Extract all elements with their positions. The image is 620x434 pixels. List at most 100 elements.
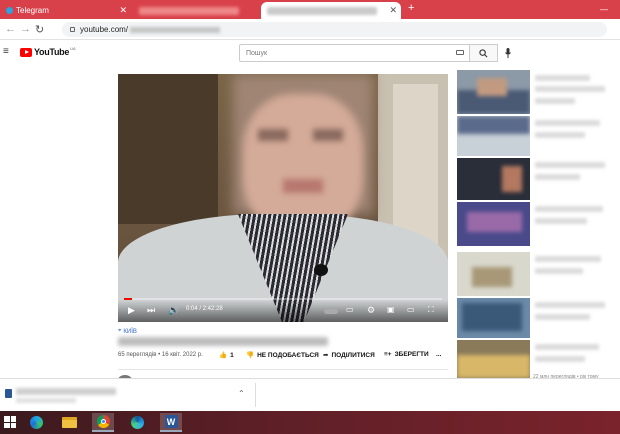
taskbar-file-explorer-icon[interactable] [58, 413, 80, 432]
search-placeholder: Пошук [246, 49, 268, 57]
next-icon[interactable]: ⏭ [147, 305, 155, 316]
tab-telegram[interactable]: Telegram ✕ [0, 2, 131, 19]
recommended-title-redacted [535, 356, 585, 362]
fullscreen-icon[interactable]: ⛶ [428, 305, 434, 315]
back-arrow-icon[interactable]: ← [5, 23, 16, 35]
save-button[interactable]: ≡+ ЗБЕРЕГТИ [384, 351, 429, 358]
time-display: 0:04 / 2:42:28 [186, 306, 223, 312]
close-icon[interactable]: ✕ [119, 5, 127, 16]
youtube-header: ≡ YouTube UA Пошук [0, 40, 620, 66]
thumbnail-pixels [502, 166, 522, 192]
like-count: 1 [230, 351, 234, 359]
recommended-title-redacted [535, 86, 605, 92]
forward-arrow-icon[interactable]: → [20, 23, 31, 35]
video-views-date: 65 переглядів • 16 квіт. 2022 р. [118, 352, 203, 358]
meta-divider [118, 369, 448, 370]
video-face-pixelated [243, 94, 363, 234]
download-separator [255, 383, 256, 407]
search-input[interactable]: Пошук [239, 44, 470, 62]
taskbar-word-icon[interactable]: W [160, 413, 182, 432]
url-redacted [130, 26, 221, 33]
recommended-title-redacted [535, 120, 600, 126]
recommended-thumbnail[interactable] [457, 70, 530, 114]
youtube-country-code: UA [70, 45, 76, 51]
tab-blurred[interactable] [133, 2, 259, 19]
search-icon [479, 48, 488, 57]
recommended-thumbnail[interactable] [457, 340, 530, 378]
progress-fill [124, 298, 132, 300]
tab-title-redacted [267, 6, 377, 15]
location-pin-icon: ⌖ [118, 328, 122, 334]
theater-mode-icon[interactable]: ▭ [407, 305, 415, 314]
hamburger-menu-icon[interactable]: ≡ [3, 46, 9, 57]
play-icon[interactable]: ▶ [128, 305, 135, 316]
like-button[interactable]: 👍 1 [219, 351, 234, 360]
keyboard-icon[interactable] [456, 50, 464, 55]
youtube-play-logo-icon [20, 47, 32, 57]
video-mouth-blur [283, 179, 323, 193]
recommended-thumbnail[interactable] [457, 158, 530, 200]
download-status-redacted [16, 398, 76, 403]
autoplay-toggle[interactable] [324, 309, 338, 314]
recommended-title-redacted [535, 174, 580, 180]
recommended-title-redacted [535, 268, 583, 274]
taskbar-edge-icon[interactable] [126, 413, 148, 432]
address-field[interactable]: youtube.com/ [62, 22, 607, 37]
search-button[interactable] [470, 44, 498, 62]
telegram-icon [6, 7, 13, 14]
settings-gear-icon[interactable]: ⚙ [367, 305, 375, 316]
video-face-shadow [258, 129, 288, 141]
download-filename-redacted[interactable] [16, 388, 116, 395]
recommended-thumbnail[interactable] [457, 298, 530, 338]
recommended-title-redacted [535, 344, 599, 350]
recommended-title-redacted [535, 218, 587, 224]
thumbs-down-icon: 👎 [246, 352, 255, 359]
chevron-up-icon[interactable]: ⌃ [238, 389, 245, 398]
video-microphone-clip [314, 264, 328, 276]
progress-bar[interactable] [124, 298, 442, 300]
recommended-title-redacted [535, 132, 585, 138]
more-icon: ... [436, 351, 442, 358]
reload-icon[interactable]: ↻ [35, 23, 44, 36]
browser-tab-bar: Telegram ✕ ✕ + — [0, 0, 620, 19]
recommended-thumbnail[interactable] [457, 116, 530, 156]
recommended-title-redacted [535, 314, 590, 320]
taskbar-chrome-icon[interactable] [92, 413, 114, 432]
download-bar: ⌃ [0, 378, 620, 411]
share-icon: ➦ [323, 352, 329, 359]
video-face-shadow [313, 129, 343, 141]
recommended-thumbnail[interactable] [457, 202, 530, 246]
save-playlist-icon: ≡+ [384, 351, 392, 358]
tab-youtube[interactable]: ✕ [261, 2, 401, 19]
save-label: ЗБЕРЕГТИ [394, 351, 429, 358]
volume-icon[interactable]: 🔊 [168, 305, 179, 316]
recommended-title-redacted [535, 206, 603, 212]
taskbar-edge-icon[interactable] [25, 413, 47, 432]
thumbnail-pixels [467, 212, 522, 232]
close-icon[interactable]: ✕ [389, 5, 397, 16]
video-location[interactable]: ⌖ КИЇВ [118, 328, 137, 335]
recommended-title-redacted [535, 162, 605, 168]
recommended-title-redacted [535, 98, 575, 104]
subtitles-icon[interactable]: ▭ [346, 305, 354, 314]
recommended-title-redacted [535, 256, 601, 262]
tab-title-redacted [139, 6, 239, 15]
youtube-logo-text: YouTube [34, 47, 70, 57]
thumbnail-pixels [472, 267, 512, 287]
miniplayer-icon[interactable]: ▣ [387, 305, 395, 314]
lock-icon [70, 27, 75, 32]
new-tab-button[interactable]: + [408, 2, 414, 14]
youtube-logo[interactable]: YouTube UA [20, 45, 76, 57]
video-player[interactable]: ▶ ⏭ 🔊 0:04 / 2:42:28 ▭ ⚙ ▣ ▭ ⛶ [118, 74, 448, 322]
location-text: КИЇВ [123, 328, 137, 335]
share-button[interactable]: ➦ ПОДІЛИТИСЯ [323, 351, 375, 360]
windows-taskbar: W [0, 411, 620, 434]
microphone-icon[interactable] [505, 48, 511, 58]
more-actions-button[interactable]: ... [436, 351, 441, 358]
windows-start-icon[interactable] [4, 416, 16, 428]
tab-telegram-label: Telegram [16, 6, 49, 15]
minimize-icon[interactable]: — [600, 5, 608, 14]
address-toolbar: ← → ↻ youtube.com/ [0, 19, 620, 40]
dislike-button[interactable]: 👎 НЕ ПОДОБАЄТЬСЯ [246, 351, 319, 360]
recommended-thumbnail[interactable] [457, 252, 530, 296]
